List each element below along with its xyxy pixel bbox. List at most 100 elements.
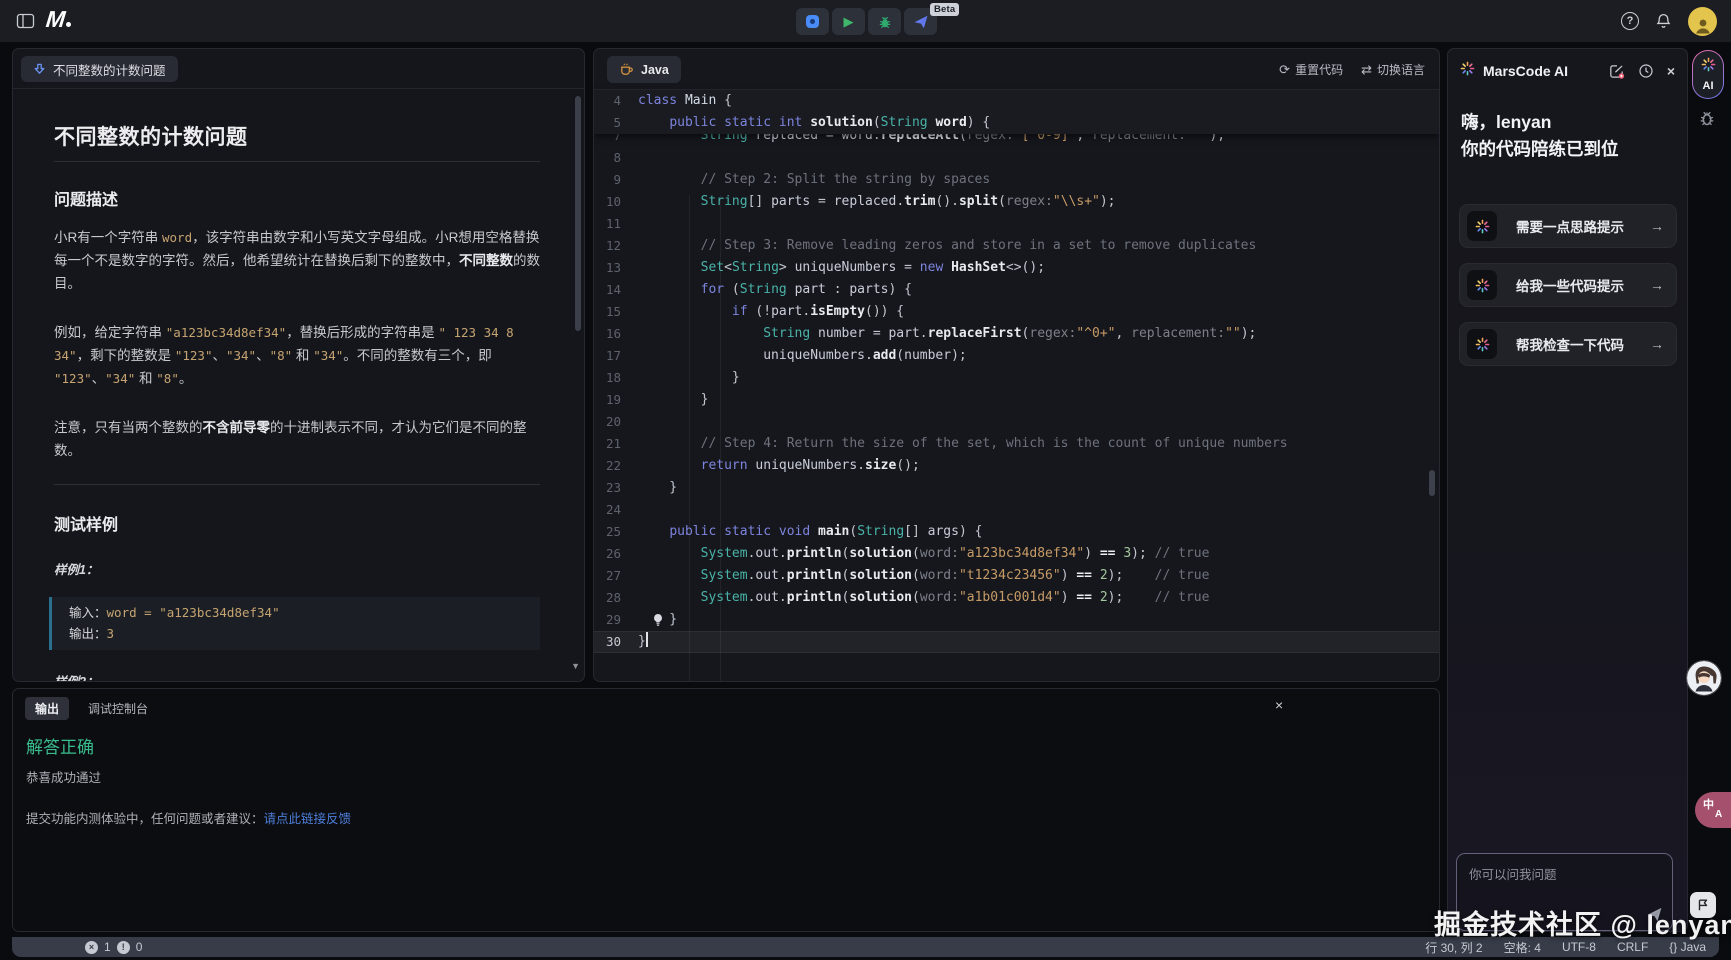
feedback-link[interactable]: 请点此链接反馈 <box>264 812 352 826</box>
code-line[interactable]: 29 } <box>594 609 1439 631</box>
ai-sidebar-button[interactable]: AI <box>1692 50 1724 99</box>
ai-panel: MarsCode AI × 嗨，lenyan 你的代码陪练已到位 需要一点思路提… <box>1447 48 1688 932</box>
run-button[interactable]: ▶ <box>832 8 865 35</box>
scroll-down-icon[interactable]: ▼ <box>571 661 580 671</box>
ai-suggestion-card[interactable]: 需要一点思路提示→ <box>1459 204 1677 248</box>
notifications-bell-icon[interactable] <box>1655 12 1672 30</box>
square-dot-icon <box>806 15 819 28</box>
history-clock-icon[interactable] <box>1638 63 1654 79</box>
chat-placeholder: 你可以问我问题 <box>1469 864 1557 883</box>
code-line[interactable]: 30} <box>594 631 1439 653</box>
encoding[interactable]: UTF-8 <box>1562 940 1596 954</box>
debug-button[interactable] <box>868 8 901 35</box>
marscode-logo[interactable]: M <box>46 6 71 33</box>
translate-button[interactable]: 中 A <box>1695 792 1731 828</box>
logo-m-glyph: M <box>45 6 67 33</box>
problems-status[interactable]: × 1 ! 0 <box>85 937 142 957</box>
code-line[interactable]: 15 if (!part.isEmpty()) { <box>594 301 1439 323</box>
code-line[interactable]: 13 Set<String> uniqueNumbers = new HashS… <box>594 257 1439 279</box>
close-ai-panel-icon[interactable]: × <box>1667 63 1675 79</box>
code-line[interactable]: 11 <box>594 213 1439 235</box>
language-tab[interactable]: Java <box>607 56 681 83</box>
code-line[interactable]: 16 String number = part.replaceFirst(reg… <box>594 323 1439 345</box>
code-line[interactable]: 20 <box>594 411 1439 433</box>
code-area[interactable]: 4class Main {5 public static int solutio… <box>594 90 1439 681</box>
problem-tab[interactable]: 不同整数的计数问题 <box>21 56 178 82</box>
close-output-icon[interactable]: × <box>1275 697 1283 713</box>
reset-code-button[interactable]: ⟳ 重置代码 <box>1279 61 1343 78</box>
download-arrow-icon <box>33 63 46 76</box>
editor-panel: Java ⟳ 重置代码 ⇄ 切换语言 4class Main {5 public… <box>593 48 1440 682</box>
sticky-lines: 4class Main {5 public static int solutio… <box>594 90 1439 134</box>
feedback-line: 提交功能内测体验中，任何问题或者建议：请点此链接反馈 <box>26 808 1439 827</box>
sample-code-block: 输入：word = "a123bc34d8ef34"输出：3 <box>49 597 540 650</box>
code-line[interactable]: 4class Main { <box>594 90 1439 112</box>
problem-header: 不同整数的计数问题 <box>13 49 584 89</box>
switch-icon: ⇄ <box>1361 62 1372 78</box>
divider <box>54 161 540 162</box>
arrow-right-icon: → <box>1650 218 1664 234</box>
sparkle-icon <box>1467 211 1497 241</box>
bug-icon <box>877 14 893 30</box>
ai-title: MarsCode AI <box>1483 63 1600 79</box>
code-line[interactable]: 27 System.out.println(solution(word:"t12… <box>594 565 1439 587</box>
error-count: 1 <box>104 940 111 954</box>
language-tab-label: Java <box>641 63 669 77</box>
code-line[interactable]: 21 // Step 4: Return the size of the set… <box>594 433 1439 455</box>
help-icon[interactable]: ? <box>1621 12 1639 30</box>
warning-icon: ! <box>117 941 130 954</box>
code-line[interactable]: 14 for (String part : parts) { <box>594 279 1439 301</box>
code-line[interactable]: 19 } <box>594 389 1439 411</box>
problem-paragraph: 小R有一个字符串 word，该字符串由数字和小写英文字母组成。小R想用空格替换每… <box>54 226 540 295</box>
output-panel: 输出 调试控制台 × 解答正确 恭喜成功通过 提交功能内测体验中，任何问题或者建… <box>12 688 1440 932</box>
problem-content: 不同整数的计数问题 问题描述 小R有一个字符串 word，该字符串由数字和小写英… <box>13 89 584 682</box>
code-line[interactable]: 18 } <box>594 367 1439 389</box>
output-tabs: 输出 调试控制台 × <box>13 689 1439 720</box>
code-line[interactable]: 8 <box>594 147 1439 169</box>
editor-actions: ▶ Beta <box>796 8 937 35</box>
error-icon: × <box>85 941 98 954</box>
ai-header: MarsCode AI × <box>1448 49 1687 81</box>
submit-button[interactable]: Beta <box>904 8 937 35</box>
braces-icon: {} <box>1669 940 1677 954</box>
new-chat-icon[interactable] <box>1608 63 1625 80</box>
tab-debug-console[interactable]: 调试控制台 <box>88 700 148 717</box>
tab-output[interactable]: 输出 <box>25 697 69 720</box>
sample-label: 样例2： <box>54 671 540 682</box>
editor-header: Java ⟳ 重置代码 ⇄ 切换语言 <box>594 49 1439 90</box>
samples-heading: 测试样例 <box>54 511 540 535</box>
code-line[interactable]: 7 String replaced = word.replaceAll(rege… <box>594 134 1439 147</box>
code-line[interactable]: 24 <box>594 499 1439 521</box>
sparkle-icon <box>1460 61 1475 81</box>
code-line[interactable]: 12 // Step 3: Remove leading zeros and s… <box>594 235 1439 257</box>
debug-sidebar-icon[interactable] <box>1697 108 1717 128</box>
user-avatar[interactable] <box>1688 7 1717 36</box>
problem-paragraph: 例如，给定字符串 "a123bc34d8ef34"，替换后形成的字符串是 " 1… <box>54 321 540 390</box>
code-line[interactable]: 23 } <box>594 477 1439 499</box>
panel-toggle-icon[interactable] <box>16 13 35 29</box>
assistant-avatar[interactable] <box>1687 661 1721 695</box>
language-mode[interactable]: {} Java <box>1669 940 1706 954</box>
code-line[interactable]: 9 // Step 2: Split the string by spaces <box>594 169 1439 191</box>
code-line[interactable]: 10 String[] parts = replaced.trim().spli… <box>594 191 1439 213</box>
eol-sequence[interactable]: CRLF <box>1617 940 1648 954</box>
ai-suggestion-card[interactable]: 帮我检查一下代码→ <box>1459 322 1677 366</box>
description-heading: 问题描述 <box>54 186 540 210</box>
editor-scrollbar[interactable] <box>1429 470 1435 496</box>
code-line[interactable]: 26 System.out.println(solution(word:"a12… <box>594 543 1439 565</box>
code-line[interactable]: 22 return uniqueNumbers.size(); <box>594 455 1439 477</box>
paper-plane-icon <box>913 14 929 30</box>
sparkle-icon <box>1467 329 1497 359</box>
self-test-button[interactable] <box>796 8 829 35</box>
lightbulb-icon[interactable] <box>651 613 665 627</box>
ai-suggestion-card[interactable]: 给我一些代码提示→ <box>1459 263 1677 307</box>
code-line[interactable]: 5 public static int solution(String word… <box>594 112 1439 134</box>
sparkle-icon <box>1467 270 1497 300</box>
switch-language-button[interactable]: ⇄ 切换语言 <box>1361 61 1425 78</box>
code-line[interactable]: 17 uniqueNumbers.add(number); <box>594 345 1439 367</box>
code-line[interactable]: 28 System.out.println(solution(word:"a1b… <box>594 587 1439 609</box>
sparkle-icon <box>1701 57 1716 77</box>
reset-icon: ⟳ <box>1279 62 1290 78</box>
code-line[interactable]: 25 public static void main(String[] args… <box>594 521 1439 543</box>
problem-scrollbar[interactable] <box>575 96 581 331</box>
